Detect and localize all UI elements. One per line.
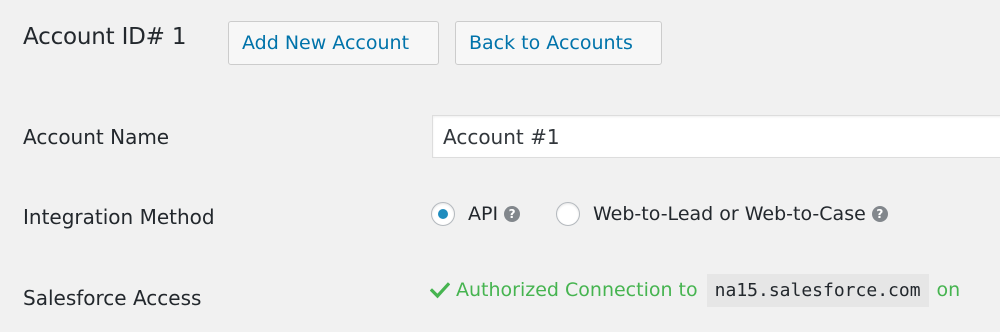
connection-trailing-text: on — [936, 279, 961, 301]
integration-method-label: Integration Method — [23, 205, 215, 229]
authorized-connection-text: Authorized Connection to — [456, 279, 698, 301]
radio-option-web-to-lead[interactable]: Web-to-Lead or Web-to-Case ? — [556, 200, 888, 228]
back-to-accounts-button[interactable]: Back to Accounts — [455, 21, 662, 65]
radio-api[interactable] — [431, 202, 455, 226]
radio-web-to-lead-label[interactable]: Web-to-Lead or Web-to-Case — [593, 203, 866, 225]
salesforce-access-label: Salesforce Access — [23, 286, 202, 310]
radio-selected-dot — [438, 209, 448, 219]
add-new-account-button[interactable]: Add New Account — [228, 21, 439, 65]
account-name-input[interactable] — [432, 115, 1000, 158]
account-name-label: Account Name — [23, 125, 170, 149]
account-edit-page: Account ID# 1 Add New Account Back to Ac… — [0, 0, 1000, 332]
radio-option-api[interactable]: API ? — [431, 200, 521, 228]
radio-api-label[interactable]: API — [468, 203, 498, 225]
salesforce-host: na15.salesforce.com — [706, 273, 929, 307]
question-circle-icon[interactable]: ? — [504, 206, 521, 222]
radio-web-to-lead[interactable] — [556, 202, 580, 226]
question-circle-icon[interactable]: ? — [871, 206, 888, 222]
page-title: Account ID# 1 — [23, 24, 187, 50]
checkmark-icon — [430, 282, 450, 299]
salesforce-access-status: Authorized Connection to na15.salesforce… — [430, 271, 960, 309]
